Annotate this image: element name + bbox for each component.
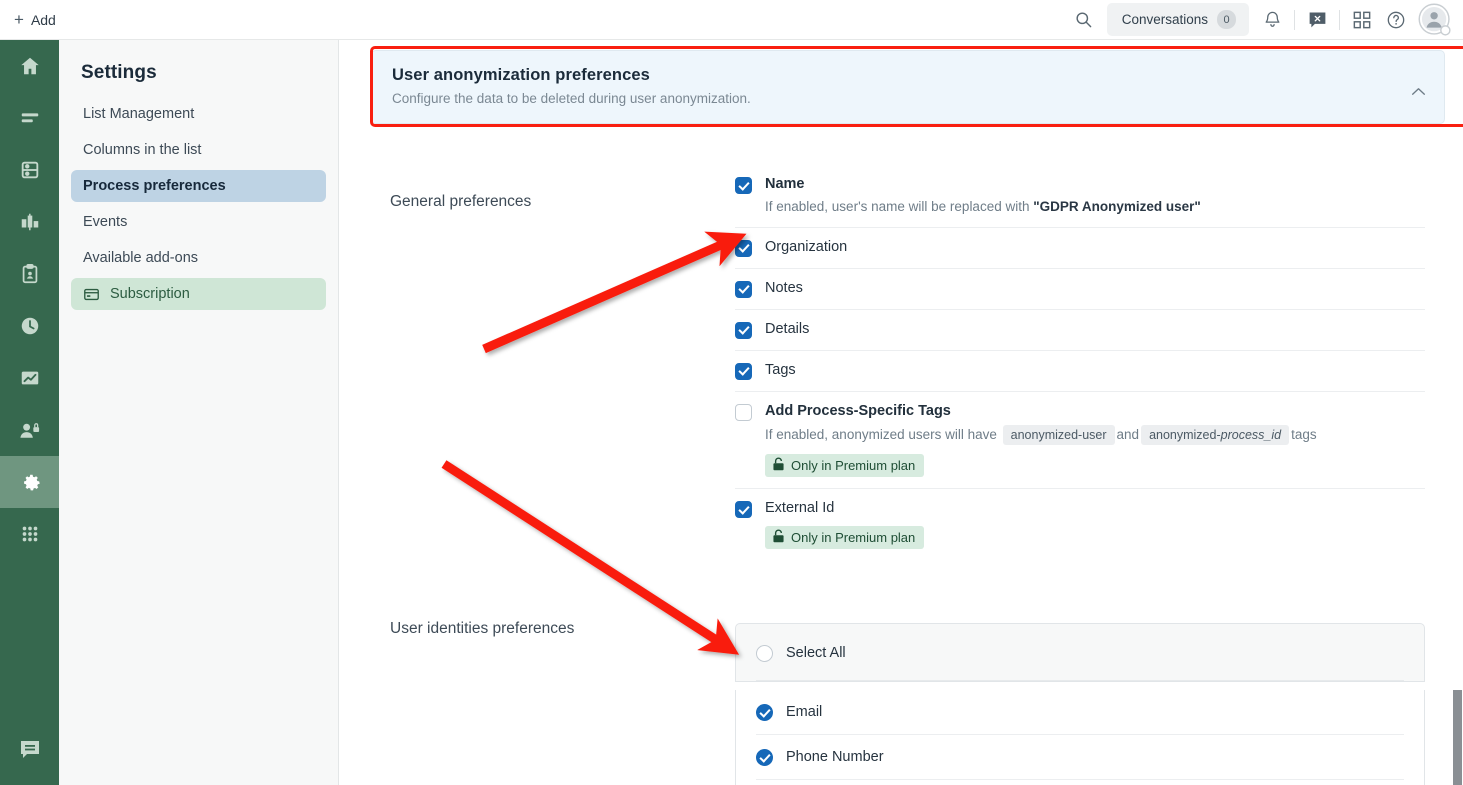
top-bar: + Add Conversations 0 [0,0,1463,40]
plus-icon: + [14,10,24,29]
rail-list-icon[interactable] [0,92,59,144]
rail-home-icon[interactable] [0,40,59,92]
divider [1339,9,1340,30]
preference-row-external-id: External Id Only in Premium plan [735,489,1425,560]
checkbox-details[interactable] [735,321,752,339]
premium-badge: Only in Premium plan [765,526,925,550]
checkbox-email[interactable] [756,704,773,721]
rail-clock-icon[interactable] [0,300,59,352]
identity-row-email: Email [756,690,1404,735]
checkbox-add-process-specific-tags[interactable] [735,403,752,421]
tag-chip-anonymized-user: anonymized-user [1002,424,1115,446]
rail-user-lock-icon[interactable] [0,404,59,456]
identity-row-phone-number: Phone Number [756,735,1404,780]
conversations-count-badge: 0 [1217,10,1236,29]
checkbox-select-all[interactable] [756,645,773,662]
rail-analytics-icon[interactable] [0,352,59,404]
top-bar-actions: Conversations 0 [1067,0,1463,40]
checkbox-tags[interactable] [735,362,752,380]
user-identities-preferences-label: User identities preferences [390,620,575,637]
sidebar-item-columns-in-the-list[interactable]: Columns in the list [71,134,326,166]
row-label: Add Process-Specific Tags [765,402,951,419]
row-label: External Id [765,500,835,517]
preference-row-add-process-specific-tags: Add Process-Specific Tags If enabled, an… [735,392,1425,490]
rail-gear-icon[interactable] [0,456,59,508]
main-content: User anonymization preferences Configure… [339,40,1463,785]
preference-row-details: Details [735,310,1425,351]
sidebar-item-subscription[interactable]: Subscription [71,278,326,310]
grid-apps-icon[interactable] [1345,3,1379,37]
conversations-button[interactable]: Conversations 0 [1106,3,1249,36]
lock-open-icon [772,457,785,474]
checkbox-notes[interactable] [735,280,752,298]
identity-label: Email [786,704,823,720]
row-label: Notes [765,279,803,296]
row-label: Name [765,176,805,192]
checkbox-organization[interactable] [735,239,752,257]
general-preferences-rows: Name If enabled, user's name will be rep… [735,165,1425,560]
nav-label: Subscription [110,286,190,302]
conversations-label: Conversations [1121,12,1208,27]
tag-chip-anonymized-process-id: anonymized-process_id [1141,424,1290,446]
help-circle-icon[interactable] [1379,3,1413,37]
row-label: Tags [765,361,796,378]
bell-icon[interactable] [1255,3,1289,37]
rail-database-icon[interactable] [0,144,59,196]
user-identities-list: Email Phone Number Facebook [735,690,1425,785]
identity-row-facebook: Facebook [756,780,1404,785]
preference-row-name: Name If enabled, user's name will be rep… [735,165,1425,228]
search-icon[interactable] [1067,3,1101,37]
preference-row-organization: Organization [735,228,1425,269]
row-description: If enabled, anonymized users will have a… [765,424,1425,446]
nav-label: Available add-ons [83,250,199,266]
rail-apps-grid-icon[interactable] [0,508,59,560]
nav-label: Process preferences [83,178,226,194]
settings-sidebar: Settings List Management Columns in the … [59,40,339,785]
premium-badge: Only in Premium plan [765,454,925,478]
row-label: Organization [765,238,848,255]
select-all-card: Select All [735,623,1425,682]
rail-chat-icon[interactable] [0,723,59,775]
rail-funnel-chart-icon[interactable] [0,196,59,248]
lock-open-icon [772,529,785,546]
premium-badge-label: Only in Premium plan [791,530,916,546]
row-label: Details [765,320,810,337]
app-root: + Add Conversations 0 Settings List Mana… [0,0,1463,785]
sidebar-item-list-management[interactable]: List Management [71,98,326,130]
scrollbar-thumb[interactable] [1453,690,1462,785]
add-button[interactable]: + Add [14,11,56,28]
sidebar-item-process-preferences[interactable]: Process preferences [71,170,326,202]
premium-badge-label: Only in Premium plan [791,458,916,474]
checkbox-phone-number[interactable] [756,749,773,766]
credit-card-icon [83,286,100,303]
vertical-scrollbar[interactable] [1452,690,1463,785]
checkbox-name[interactable] [735,177,752,194]
panel-subtitle: Configure the data to be deleted during … [392,91,751,106]
general-preferences-label: General preferences [390,193,532,210]
settings-title: Settings [81,62,157,83]
add-button-label: Add [30,11,56,28]
chevron-up-icon[interactable] [1411,83,1426,101]
preference-row-notes: Notes [735,269,1425,310]
user-anonymization-panel-header[interactable]: User anonymization preferences Configure… [371,50,1445,124]
select-all-row: Select All [756,624,1404,681]
row-description: If enabled, user's name will be replaced… [765,198,1201,214]
divider [1294,9,1295,30]
nav-label: Columns in the list [83,142,202,158]
sidebar-item-events[interactable]: Events [71,206,326,238]
chat-bubble-icon[interactable] [1300,3,1334,37]
rail-clipboard-icon[interactable] [0,248,59,300]
select-all-label: Select All [786,645,846,661]
nav-label: List Management [83,106,195,122]
row-description-strong: "GDPR Anonymized user" [1033,198,1201,214]
checkbox-external-id[interactable] [735,501,752,519]
identity-label: Phone Number [786,749,884,765]
primary-nav-rail [0,40,59,785]
preference-row-tags: Tags [735,351,1425,392]
page-title: User anonymization preferences [392,66,650,84]
nav-label: Events [83,214,128,230]
sidebar-item-available-add-ons[interactable]: Available add-ons [71,242,326,274]
user-avatar-icon[interactable] [1415,0,1455,40]
